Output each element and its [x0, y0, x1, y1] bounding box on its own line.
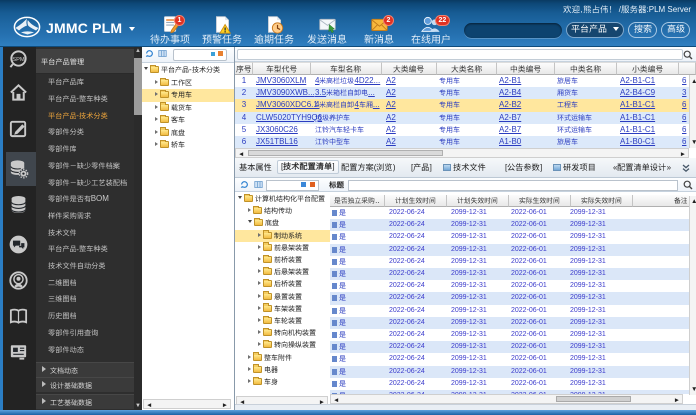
svg-text:SPM: SPM: [12, 57, 25, 63]
